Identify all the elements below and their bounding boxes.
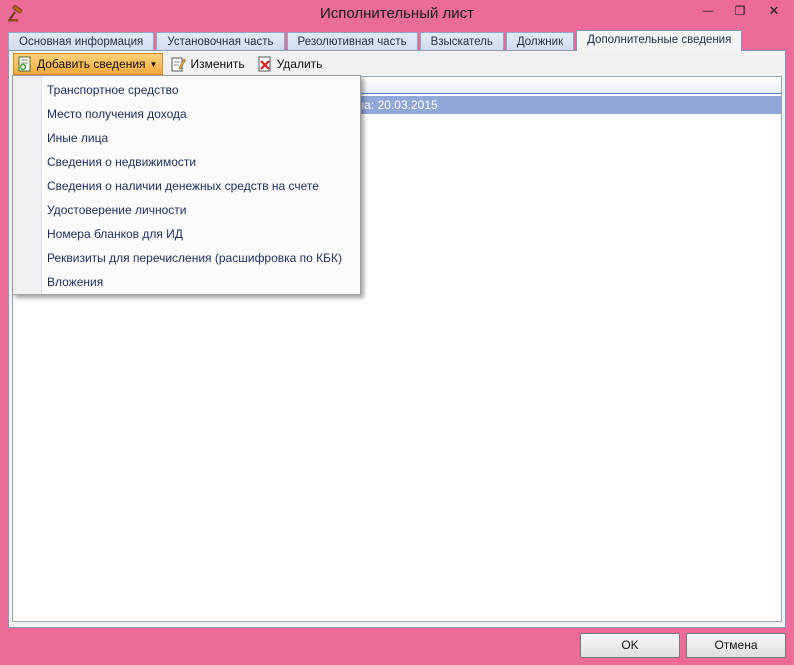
- menu-item-payment-details[interactable]: Реквизиты для перечисления (расшифровка …: [47, 246, 342, 270]
- tab-main-info[interactable]: Основная информация: [8, 32, 155, 52]
- tab-establishing-part[interactable]: Установочная часть: [156, 32, 285, 52]
- delete-label: Удалить: [276, 57, 323, 71]
- add-info-label: Добавить сведения: [37, 57, 146, 71]
- add-document-icon: [17, 56, 33, 72]
- tab-debtor[interactable]: Должник: [505, 32, 575, 52]
- title-bar[interactable]: Исполнительный лист — ❐ ✕: [0, 0, 794, 28]
- menu-item-bank-funds[interactable]: Сведения о наличии денежных средств на с…: [47, 174, 319, 198]
- menu-item-attachments[interactable]: Вложения: [47, 270, 103, 294]
- close-icon: ✕: [768, 2, 780, 18]
- menu-icon-gutter: [13, 76, 42, 294]
- edit-label: Изменить: [190, 57, 245, 71]
- menu-item-form-numbers[interactable]: Номера бланков для ИД: [47, 222, 183, 246]
- tab-additional-info[interactable]: Дополнительные сведения: [576, 30, 743, 51]
- edit-document-icon: [170, 56, 187, 72]
- menu-item-vehicle[interactable]: Транспортное средство: [47, 78, 179, 102]
- toolbar: Добавить сведения ▼ Изменить Удалить: [13, 53, 331, 75]
- tab-strip: Основная информация Установочная часть Р…: [8, 30, 744, 52]
- minimize-icon: —: [702, 4, 714, 17]
- add-info-button[interactable]: Добавить сведения ▼: [13, 53, 164, 75]
- cancel-button[interactable]: Отмена: [686, 633, 786, 658]
- ok-button[interactable]: OK: [580, 633, 680, 658]
- maximize-icon: ❐: [734, 3, 746, 18]
- edit-button[interactable]: Изменить: [167, 53, 249, 75]
- maximize-button[interactable]: ❐: [726, 0, 754, 21]
- tab-resolutive-part[interactable]: Резолютивная часть: [286, 32, 418, 52]
- menu-item-other-persons[interactable]: Иные лица: [47, 126, 108, 150]
- window-title: Исполнительный лист: [319, 5, 475, 22]
- add-info-dropdown-menu: Транспортное средство Место получения до…: [12, 75, 361, 295]
- minimize-button[interactable]: —: [690, 0, 726, 21]
- close-button[interactable]: ✕: [754, 0, 794, 21]
- tab-claimant[interactable]: Взыскатель: [419, 32, 504, 52]
- menu-item-real-estate[interactable]: Сведения о недвижимости: [47, 150, 196, 174]
- delete-button[interactable]: Удалить: [254, 53, 328, 75]
- chevron-down-icon: ▼: [149, 59, 158, 69]
- menu-item-identity-document[interactable]: Удостоверение личности: [47, 198, 186, 222]
- menu-item-income-place[interactable]: Место получения дохода: [47, 102, 187, 126]
- delete-document-icon: [257, 56, 273, 72]
